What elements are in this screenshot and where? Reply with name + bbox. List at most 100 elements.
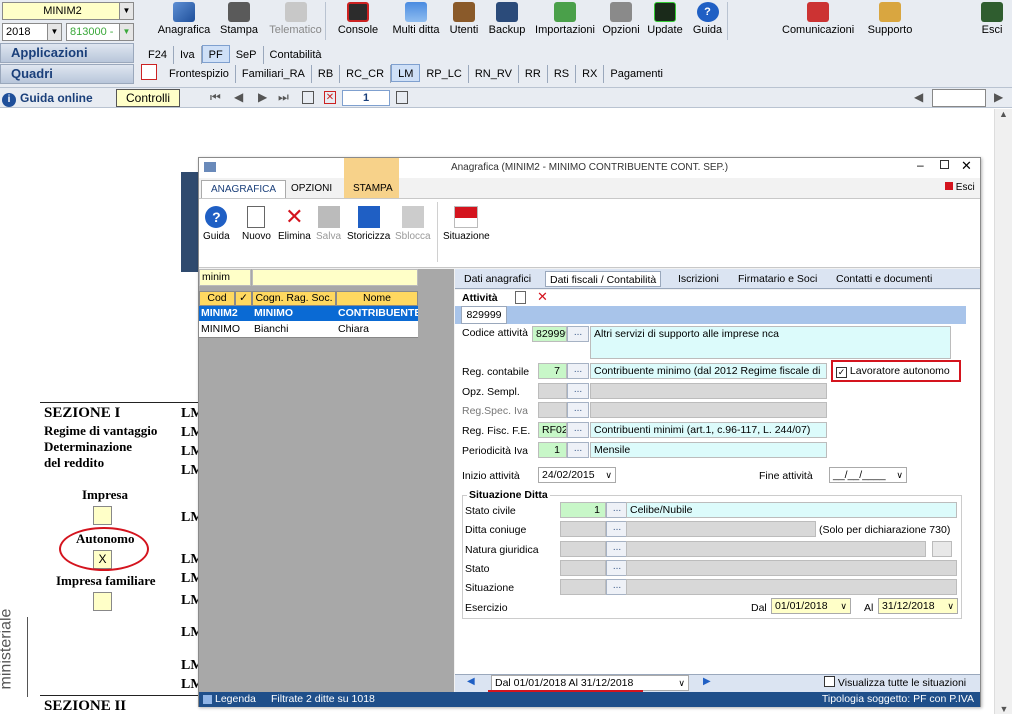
elimina-button[interactable]: ✕ Elimina bbox=[278, 206, 311, 243]
tab-sep[interactable]: SeP bbox=[230, 46, 264, 64]
vertical-scrollbar[interactable]: ▲ ▼ bbox=[994, 109, 1012, 714]
new-attivita-icon[interactable] bbox=[515, 291, 526, 304]
esci-link[interactable]: Esci bbox=[945, 182, 975, 193]
natura-giuridica-lookup[interactable]: ... bbox=[606, 541, 628, 557]
tab-anagrafica[interactable]: ANAGRAFICA bbox=[201, 180, 287, 198]
periodicita-field[interactable]: 1 bbox=[538, 442, 567, 458]
stato-lookup[interactable]: ... bbox=[606, 560, 628, 576]
tab-dati-fiscali[interactable]: Dati fiscali / Contabilità bbox=[545, 271, 662, 287]
multi-ditta-button[interactable]: Multi ditta bbox=[390, 2, 442, 40]
search-page-field[interactable] bbox=[932, 89, 986, 107]
periodicita-lookup[interactable]: ... bbox=[567, 442, 589, 458]
tab-opzioni[interactable]: OPZIONI bbox=[282, 180, 341, 198]
prev-page-icon[interactable]: ◀ bbox=[234, 90, 243, 104]
tab-iscrizioni[interactable]: Iscrizioni bbox=[674, 271, 723, 287]
lavoratore-autonomo-checkbox[interactable]: ✓ Lavoratore autonomo bbox=[836, 364, 950, 378]
storicizza-button[interactable]: Storicizza bbox=[347, 206, 390, 242]
year-select[interactable]: 2018 ▼ bbox=[2, 23, 62, 41]
backup-button[interactable]: Backup bbox=[486, 2, 528, 40]
guida-button[interactable]: ? Guida bbox=[203, 206, 230, 242]
sblocca-button[interactable]: Sblocca bbox=[395, 206, 431, 242]
scroll-down-icon[interactable]: ▼ bbox=[995, 704, 1012, 714]
applicazioni-header[interactable]: Applicazioni bbox=[0, 43, 134, 63]
natura-giuridica-extra-button[interactable] bbox=[932, 541, 952, 557]
reg-fisc-field[interactable]: RF02 bbox=[538, 422, 567, 438]
guida-button[interactable]: ? Guida bbox=[688, 2, 728, 40]
salva-button[interactable]: Salva bbox=[316, 206, 341, 242]
tab-rs[interactable]: RS bbox=[548, 65, 577, 83]
company-select[interactable]: MINIM2 ▼ bbox=[2, 2, 134, 20]
tab-familiari-ra[interactable]: Familiari_RA bbox=[236, 65, 312, 83]
tab-firmatario[interactable]: Firmatario e Soci bbox=[734, 271, 821, 287]
stato-civile-field[interactable]: 1 bbox=[560, 502, 606, 518]
page-number-field[interactable]: 1 bbox=[342, 90, 390, 106]
tab-rp-lc[interactable]: RP_LC bbox=[420, 65, 469, 83]
chevron-down-icon[interactable]: ∨ bbox=[605, 468, 612, 482]
inizio-attivita-field[interactable]: 24/02/2015 ∨ bbox=[538, 467, 616, 483]
supporto-button[interactable]: Supporto bbox=[864, 2, 916, 40]
tab-rc-cr[interactable]: RC_CR bbox=[340, 65, 392, 83]
opzioni-button[interactable]: Opzioni bbox=[600, 2, 642, 40]
reg-spec-iva-lookup[interactable]: ... bbox=[567, 402, 589, 418]
search-input-name[interactable] bbox=[252, 269, 418, 286]
tab-pf[interactable]: PF bbox=[201, 45, 230, 63]
console-button[interactable]: Console bbox=[334, 2, 382, 40]
scroll-left-icon[interactable]: ◀ bbox=[914, 90, 923, 104]
stato-field[interactable] bbox=[560, 560, 606, 576]
visualizza-all-checkbox[interactable]: Visualizza tutte le situazioni bbox=[824, 676, 966, 689]
first-page-icon[interactable]: ⏮ bbox=[210, 90, 221, 105]
chevron-down-icon[interactable]: ∨ bbox=[678, 676, 685, 690]
comunicazioni-button[interactable]: Comunicazioni bbox=[782, 2, 854, 40]
pdf-icon[interactable] bbox=[141, 64, 157, 80]
natura-giuridica-field[interactable] bbox=[560, 541, 606, 557]
tab-rr[interactable]: RR bbox=[519, 65, 548, 83]
legenda-link[interactable]: Legenda bbox=[215, 692, 256, 707]
situazione-lookup[interactable]: ... bbox=[606, 579, 628, 595]
reg-spec-iva-field[interactable] bbox=[538, 402, 567, 418]
opz-sempl-field[interactable] bbox=[538, 383, 567, 399]
tab-contatti[interactable]: Contatti e documenti bbox=[832, 271, 936, 287]
chevron-down-icon[interactable]: ∨ bbox=[840, 599, 847, 613]
minimize-icon[interactable]: – bbox=[917, 158, 924, 172]
last-page-icon[interactable]: ⏭ bbox=[278, 90, 289, 105]
tab-dati-anagrafici[interactable]: Dati anagrafici bbox=[460, 271, 535, 287]
quadri-header[interactable]: Quadri bbox=[0, 64, 134, 84]
reg-contabile-lookup[interactable]: ... bbox=[567, 363, 589, 379]
anagrafica-button[interactable]: Anagrafica bbox=[156, 2, 212, 40]
importazioni-button[interactable]: Importazioni bbox=[532, 2, 598, 40]
tab-rb[interactable]: RB bbox=[312, 65, 341, 83]
stato-civile-lookup[interactable]: ... bbox=[606, 502, 628, 518]
codice-attivita-lookup[interactable]: ... bbox=[567, 326, 589, 342]
chevron-down-icon[interactable]: ▼ bbox=[119, 3, 133, 19]
opz-sempl-lookup[interactable]: ... bbox=[567, 383, 589, 399]
telematico-button[interactable]: Telematico bbox=[266, 2, 326, 40]
chevron-down-icon[interactable]: ∨ bbox=[896, 468, 903, 482]
next-period-icon[interactable]: ▶ bbox=[703, 676, 711, 687]
tab-iva[interactable]: Iva bbox=[174, 46, 202, 64]
impresa-familiare-checkbox[interactable] bbox=[93, 592, 112, 611]
close-icon[interactable]: ✕ bbox=[961, 158, 972, 174]
scroll-up-icon[interactable]: ▲ bbox=[995, 109, 1012, 119]
column-header-check[interactable]: ✓ bbox=[235, 291, 252, 306]
copy-page-icon[interactable] bbox=[302, 91, 314, 104]
column-header-cognome[interactable]: Cogn. Rag. Soc. bbox=[252, 291, 336, 306]
delete-page-icon[interactable]: ✕ bbox=[324, 91, 336, 104]
chevron-down-icon[interactable]: ∨ bbox=[947, 599, 954, 613]
impresa-checkbox[interactable] bbox=[93, 506, 112, 525]
tab-rn-rv[interactable]: RN_RV bbox=[469, 65, 519, 83]
reg-contabile-field[interactable]: 7 bbox=[538, 363, 567, 379]
tab-rx[interactable]: RX bbox=[576, 65, 605, 83]
chevron-down-icon[interactable]: ▼ bbox=[47, 24, 61, 40]
situazione-field[interactable] bbox=[560, 579, 606, 595]
tab-lm[interactable]: LM bbox=[391, 64, 421, 82]
chevron-down-icon[interactable]: ▼ bbox=[119, 24, 133, 40]
update-button[interactable]: Update bbox=[644, 2, 686, 40]
search-input[interactable]: minim bbox=[199, 269, 251, 286]
attivita-code-tab[interactable]: 829999 bbox=[461, 306, 507, 324]
esci-button[interactable]: Esci bbox=[976, 2, 1008, 40]
maximize-icon[interactable] bbox=[940, 160, 949, 169]
tab-f24[interactable]: F24 bbox=[142, 46, 174, 64]
scroll-right-icon[interactable]: ▶ bbox=[994, 90, 1003, 104]
period-select[interactable]: Dal 01/01/2018 Al 31/12/2018 ∨ bbox=[491, 675, 689, 691]
column-header-cod[interactable]: Cod bbox=[199, 291, 235, 306]
